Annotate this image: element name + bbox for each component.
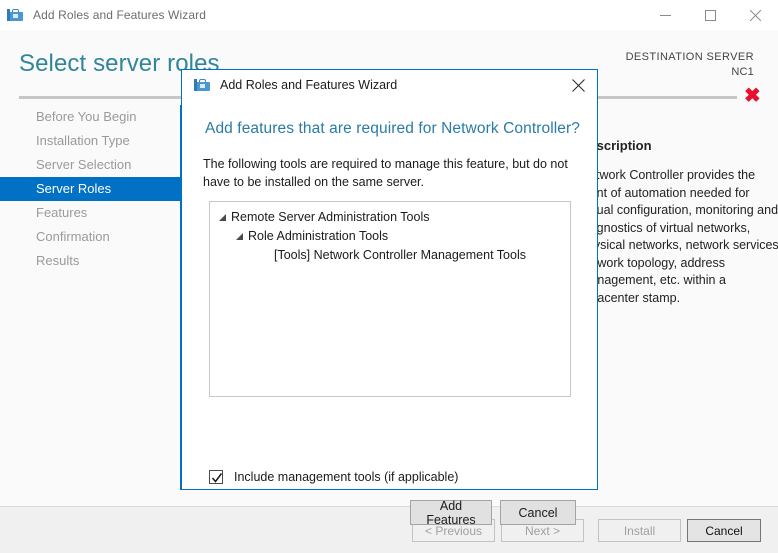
window-titlebar: Add Roles and Features Wizard [0,0,778,30]
sidebar-item-label: Installation Type [36,133,130,148]
expanded-triangle-icon[interactable] [219,213,231,222]
wizard-window: Add Roles and Features Wizard Select ser… [0,0,778,553]
tree-item-role-administration-tools[interactable]: Role Administration Tools [210,227,570,246]
sidebar-item-installation-type[interactable]: Installation Type [0,129,181,153]
dialog-titlebar: Add Roles and Features Wizard [182,70,597,100]
sidebar-item-label: Confirmation [36,229,110,244]
sidebar-item-before-you-begin[interactable]: Before You Begin [0,105,181,129]
close-icon[interactable] [563,71,593,99]
close-icon[interactable] [733,0,778,30]
dialog-heading: Add features that are required for Netwo… [205,120,581,137]
wizard-sidebar: Before You Begin Installation Type Serve… [0,105,181,273]
sidebar-item-label: Features [36,205,88,220]
destination-server-name: NC1 [731,66,754,78]
dialog-subtext: The following tools are required to mana… [203,157,568,189]
wizard-toolbox-icon [7,7,24,23]
include-management-tools-row[interactable]: Include management tools (if applicable) [209,470,458,484]
expanded-triangle-icon[interactable] [236,232,248,241]
sidebar-item-confirmation[interactable]: Confirmation [0,225,181,249]
sidebar-item-label: Server Selection [36,157,132,172]
minimize-icon[interactable] [643,0,688,30]
dialog-cancel-button[interactable]: Cancel [500,500,576,525]
sidebar-item-server-roles[interactable]: Server Roles [0,177,181,201]
sidebar-item-results[interactable]: Results [0,249,181,273]
add-features-button[interactable]: Add Features [410,499,492,527]
tree-item-label: [Tools] Network Controller Management To… [274,248,526,262]
wizard-toolbox-icon [194,77,211,93]
sidebar-item-label: Server Roles [36,181,112,196]
window-controls [643,0,778,30]
include-management-tools-checkbox[interactable] [209,470,223,484]
description-panel-body: Network Controller provides the point of… [580,168,778,305]
sidebar-item-server-selection[interactable]: Server Selection [0,153,181,177]
destination-server-label: DESTINATION SERVER [625,51,754,63]
cancel-button[interactable]: Cancel [687,519,761,542]
sidebar-item-label: Before You Begin [36,109,137,124]
destination-server-block: DESTINATION SERVER NC1 [626,50,754,80]
dialog-title: Add Roles and Features Wizard [220,78,398,92]
add-features-dialog: Add Roles and Features Wizard Add featur… [181,69,598,527]
sidebar-item-label: Results [36,253,80,268]
sidebar-item-features[interactable]: Features [0,201,181,225]
tree-item-remote-server-administration-tools[interactable]: Remote Server Administration Tools [210,208,570,227]
wizard-footer: < Previous Next > Install Cancel [0,506,778,553]
tree-item-label: Remote Server Administration Tools [231,210,430,224]
maximize-icon[interactable] [688,0,733,30]
required-features-tree[interactable]: Remote Server Administration Tools Role … [209,201,571,397]
tree-item-label: Role Administration Tools [248,229,389,243]
error-x-icon[interactable]: ✖ [744,86,761,106]
window-title: Add Roles and Features Wizard [33,8,206,22]
include-management-tools-label: Include management tools (if applicable) [234,470,459,484]
tree-item-network-controller-management-tools[interactable]: [Tools] Network Controller Management To… [210,246,570,265]
install-button[interactable]: Install [598,519,681,542]
